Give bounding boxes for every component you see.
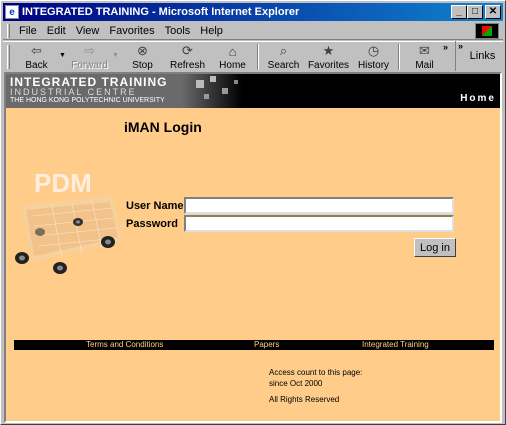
mail-icon: ✉ <box>419 43 430 58</box>
wheel-icon <box>35 228 45 236</box>
wheel-icon <box>101 236 115 248</box>
favorites-icon: ★ <box>322 43 335 58</box>
minimize-button[interactable]: _ <box>451 5 467 19</box>
password-label: Password <box>126 217 178 230</box>
favorites-label: Favorites <box>307 60 350 71</box>
terms-link[interactable]: Terms and Conditions <box>86 340 163 349</box>
pdm-text: PDM <box>34 168 92 198</box>
menu-tools[interactable]: Tools <box>160 25 196 37</box>
wheel-icon <box>15 252 29 264</box>
footer-link-bar: Terms and Conditions Papers Integrated T… <box>14 340 494 350</box>
deco-square <box>234 80 238 84</box>
refresh-label: Refresh <box>169 60 205 71</box>
page-title: iMAN Login <box>124 119 202 135</box>
access-counter: Access count to this page: since Oct 200… <box>269 367 362 389</box>
menu-favorites[interactable]: Favorites <box>104 25 159 37</box>
back-arrow-icon: ⇦ <box>31 43 42 58</box>
stop-button[interactable]: ⊗ Stop <box>120 42 165 72</box>
deco-square <box>204 94 209 99</box>
username-input[interactable] <box>184 197 454 214</box>
search-label: Search <box>267 60 300 71</box>
login-button[interactable]: Log in <box>414 238 456 257</box>
toolbar-separator <box>398 44 400 70</box>
username-label: User Name <box>126 199 184 212</box>
deco-square <box>210 76 216 82</box>
counter-line-2: since Oct 2000 <box>269 379 323 388</box>
windows-logo-throbber <box>475 23 499 39</box>
maximize-button[interactable]: □ <box>467 5 483 19</box>
site-banner: INTEGRATED TRAINING INDUSTRIAL CENTRE TH… <box>6 74 500 108</box>
standard-toolbar: ⇦ Back ▼ ⇨ Forward ▼ ⊗ Stop ⟳ Refresh ⌂ … <box>3 41 503 71</box>
menu-bar: File Edit View Favorites Tools Help <box>3 22 503 40</box>
password-input[interactable] <box>184 215 454 232</box>
page-viewport: INTEGRATED TRAINING INDUSTRIAL CENTRE TH… <box>4 72 502 423</box>
logo-line-2: INDUSTRIAL CENTRE <box>10 87 137 97</box>
deco-square <box>222 88 228 94</box>
menu-help[interactable]: Help <box>195 25 228 37</box>
window-controls: _ □ ✕ <box>451 5 501 19</box>
back-dropdown-icon[interactable]: ▼ <box>59 52 67 59</box>
username-row: User Name <box>126 197 454 214</box>
windows-logo-icon <box>482 26 492 36</box>
home-icon: ⌂ <box>228 43 237 59</box>
toolbar-separator <box>257 44 259 70</box>
forward-button[interactable]: ⇨ Forward <box>67 42 112 72</box>
history-button[interactable]: ◷ History <box>351 42 396 72</box>
banner-decoration <box>182 74 242 108</box>
copyright-notice: All Rights Reserved <box>269 395 340 404</box>
favorites-button[interactable]: ★ Favorites <box>306 42 351 72</box>
window-title: INTEGRATED TRAINING - Microsoft Internet… <box>22 6 300 18</box>
deco-square <box>196 80 204 88</box>
close-button[interactable]: ✕ <box>485 5 501 19</box>
ie-logo-icon: e <box>5 5 19 19</box>
mail-button[interactable]: ✉ Mail <box>402 42 447 72</box>
logo-line-3: THE HONG KONG POLYTECHNIC UNIVERSITY <box>10 97 165 104</box>
back-label: Back <box>25 60 48 71</box>
history-label: History <box>357 60 390 71</box>
refresh-icon: ⟳ <box>182 43 193 58</box>
menubar-grip[interactable] <box>7 23 10 38</box>
search-button[interactable]: ⌕ Search <box>261 42 306 72</box>
toolbar-grip[interactable] <box>7 45 10 69</box>
home-button[interactable]: ⌂ Home <box>210 42 255 72</box>
toolbar-overflow-chevron-icon[interactable]: » <box>443 42 448 52</box>
title-bar: e INTEGRATED TRAINING - Microsoft Intern… <box>3 3 503 21</box>
links-bar[interactable]: » Links <box>455 41 503 71</box>
search-icon: ⌕ <box>279 43 288 58</box>
menu-edit[interactable]: Edit <box>42 25 71 37</box>
counter-line-1: Access count to this page: <box>269 368 363 377</box>
forward-dropdown-icon[interactable]: ▼ <box>112 52 120 59</box>
home-label: Home <box>219 60 246 71</box>
integrated-training-link[interactable]: Integrated Training <box>362 340 429 349</box>
back-button[interactable]: ⇦ Back <box>14 42 59 72</box>
links-chevron-icon[interactable]: » <box>458 41 463 51</box>
forward-arrow-icon: ⇨ <box>84 43 95 58</box>
password-row: Password <box>126 215 454 232</box>
pdm-graphic: PDM <box>15 168 122 274</box>
wheel-icon <box>53 262 67 274</box>
papers-link[interactable]: Papers <box>254 340 279 349</box>
history-icon: ◷ <box>367 43 380 58</box>
browser-window: e INTEGRATED TRAINING - Microsoft Intern… <box>0 0 506 425</box>
forward-label: Forward <box>71 60 108 71</box>
stop-label: Stop <box>132 60 153 71</box>
links-label[interactable]: Links <box>470 50 496 62</box>
site-logo: INTEGRATED TRAINING INDUSTRIAL CENTRE TH… <box>6 74 182 108</box>
home-link[interactable]: Home <box>460 93 496 104</box>
menu-file[interactable]: File <box>14 25 42 37</box>
refresh-button[interactable]: ⟳ Refresh <box>165 42 210 72</box>
stop-icon: ⊗ <box>137 43 148 58</box>
wheel-icon <box>73 218 83 226</box>
mail-label: Mail <box>415 60 434 71</box>
menu-view[interactable]: View <box>71 25 105 37</box>
